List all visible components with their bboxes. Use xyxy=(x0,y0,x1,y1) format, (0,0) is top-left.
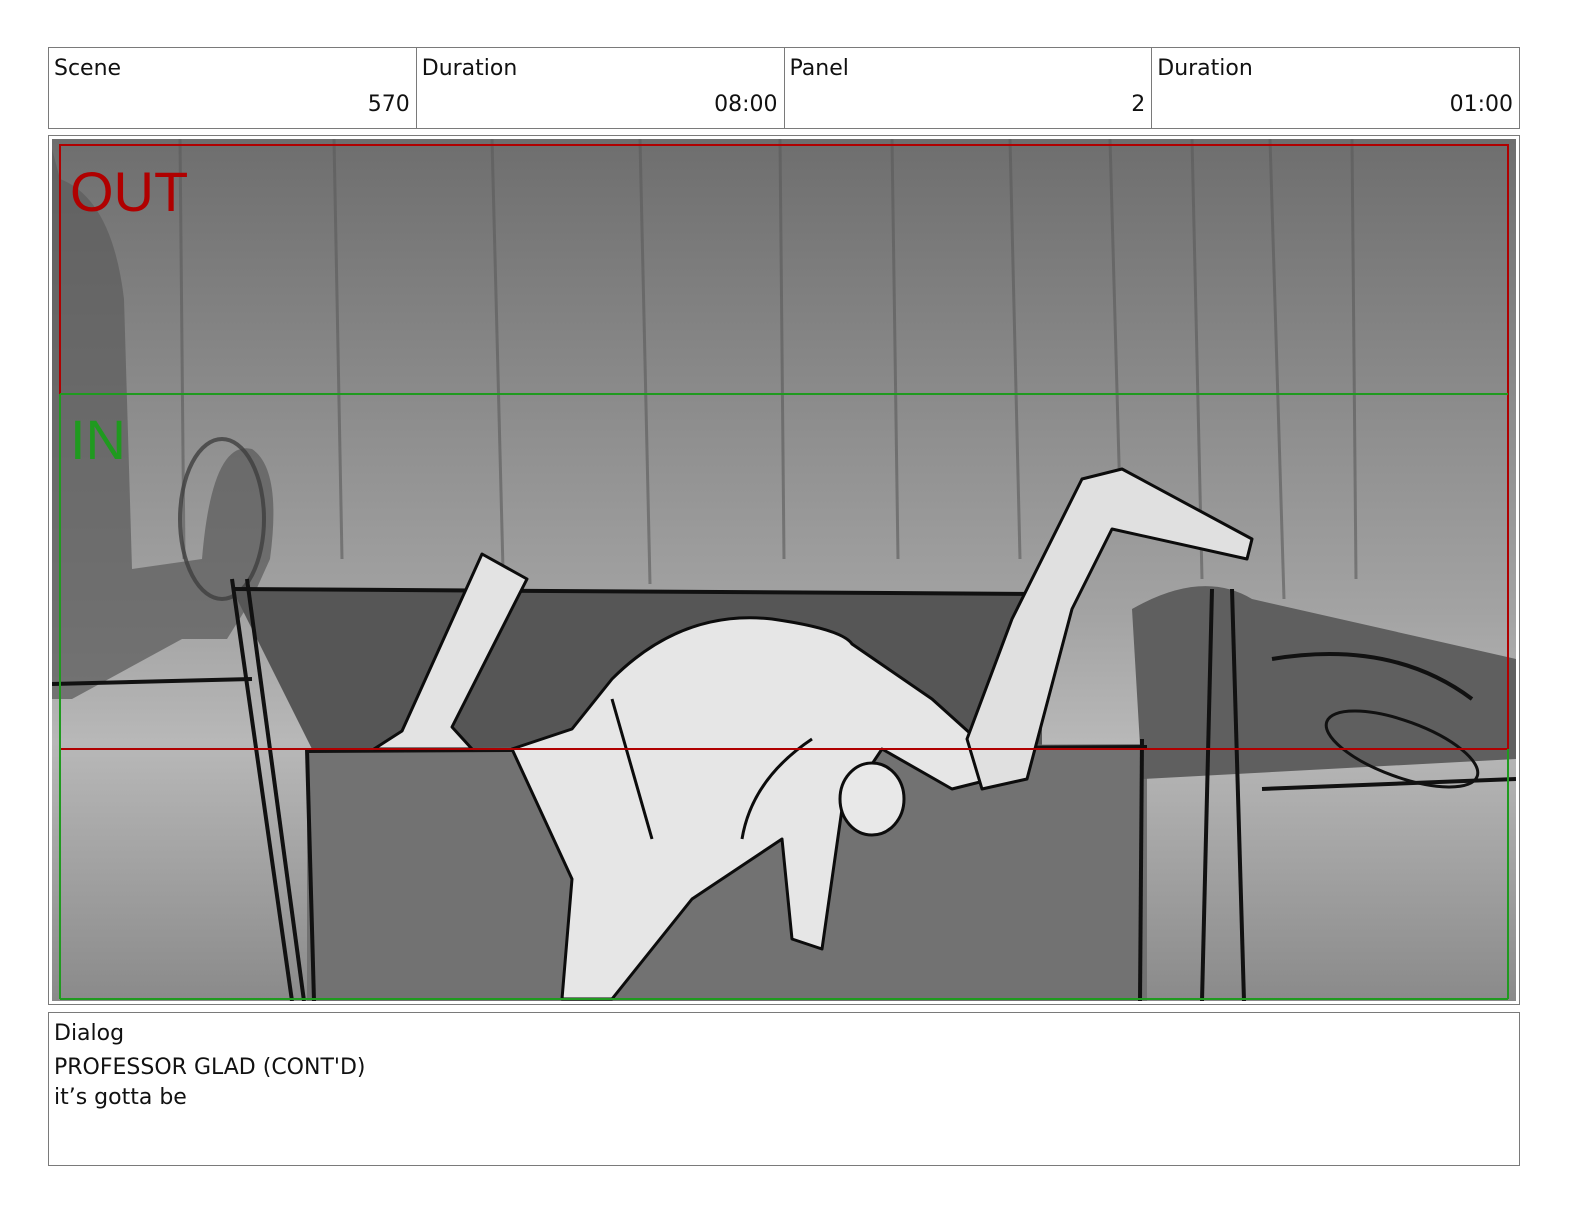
scene-duration-cell: Duration 08:00 xyxy=(417,48,785,128)
in-label: IN xyxy=(70,408,126,471)
out-label: OUT xyxy=(70,160,188,223)
panel-drawing: OUT IN xyxy=(52,139,1516,1001)
scene-label: Scene xyxy=(54,56,122,81)
dialog-box: Dialog PROFESSOR GLAD (CONT'D) it’s gott… xyxy=(48,1012,1520,1166)
panel-duration-value: 01:00 xyxy=(1449,92,1513,117)
panel-label: Panel xyxy=(789,56,849,81)
scene-cell: Scene 570 xyxy=(49,48,417,128)
storyboard-panel: OUT IN xyxy=(48,135,1520,1005)
scene-duration-value: 08:00 xyxy=(714,92,778,117)
panel-cell: Panel 2 xyxy=(785,48,1153,128)
scene-value: 570 xyxy=(367,92,410,117)
scene-duration-label: Duration xyxy=(421,56,518,81)
dialog-character: PROFESSOR GLAD (CONT'D) xyxy=(54,1055,366,1080)
dialog-label: Dialog xyxy=(54,1021,125,1046)
panel-duration-cell: Duration 01:00 xyxy=(1152,48,1519,128)
panel-value: 2 xyxy=(1131,92,1146,117)
dialog-line: it’s gotta be xyxy=(54,1085,187,1110)
panel-duration-label: Duration xyxy=(1157,56,1253,81)
panel-header: Scene 570 Duration 08:00 Panel 2 Duratio… xyxy=(48,47,1520,129)
